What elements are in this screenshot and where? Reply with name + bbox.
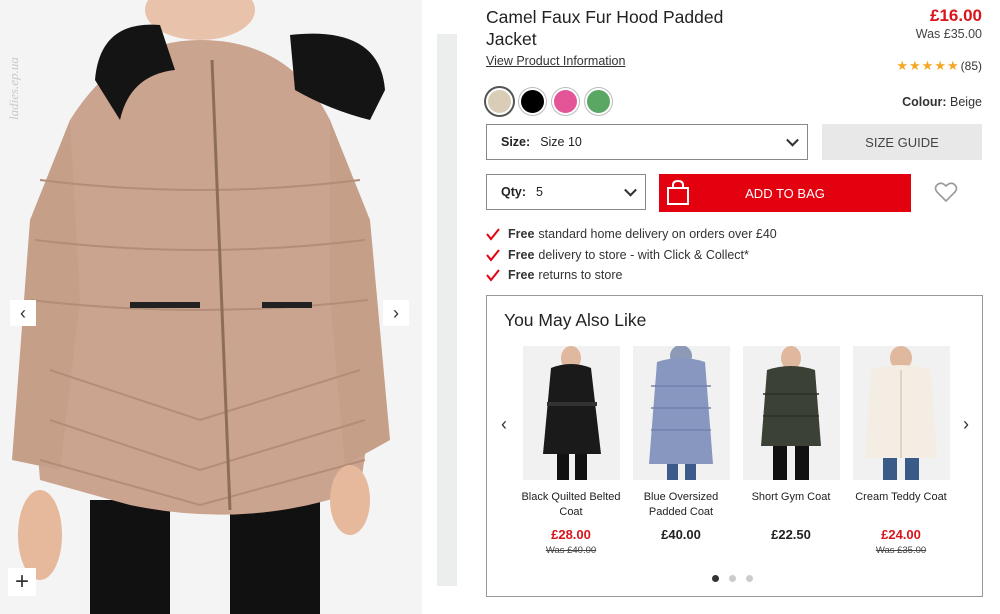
benefit-text: returns to store (538, 268, 623, 283)
product-card[interactable]: Blue Oversized Padded Coat £40.00 (629, 346, 733, 545)
recommendations-panel: You May Also Like ‹ › Black Quilted Belt… (486, 295, 983, 597)
colour-label: Colour: (902, 95, 947, 109)
product-thumbnail (522, 346, 620, 480)
product-card-name: Black Quilted Belted Coat (521, 491, 621, 518)
benefit-bold: Free (508, 268, 535, 283)
colour-value: Beige (950, 95, 982, 109)
product-card[interactable]: Cream Teddy Coat £24.00 Was £35.00 (849, 346, 953, 556)
star-rating-icon: ★★★★★ (896, 58, 960, 73)
watermark-logo: ladies.ep.ua (6, 57, 21, 120)
thumbnail-strip[interactable] (437, 34, 457, 586)
product-price: £16.00 (930, 6, 982, 25)
benefit-bold: Free (508, 247, 535, 262)
product-card-price: £22.50 (771, 527, 811, 542)
product-card[interactable]: Short Gym Coat £22.50 (739, 346, 843, 545)
product-rating[interactable]: ★★★★★ (85) (896, 58, 982, 74)
size-label: Size: (501, 135, 531, 149)
quantity-select[interactable]: Qty: 5 (486, 174, 646, 210)
product-card-name: Short Gym Coat (751, 491, 831, 503)
plus-icon: + (14, 568, 29, 595)
chevron-down-icon (786, 133, 799, 147)
delivery-benefits: Free standard home delivery on orders ov… (486, 224, 777, 286)
product-was-price: Was £35.00 (915, 27, 982, 41)
chevron-right-icon: › (963, 413, 969, 434)
recommendations-title: You May Also Like (504, 310, 647, 330)
review-count: (85) (960, 59, 982, 73)
checkmark-icon (486, 228, 500, 241)
product-card-was-price: Was £35.00 (875, 545, 927, 556)
carousel-dot[interactable] (746, 575, 753, 582)
add-to-bag-button[interactable]: ADD TO BAG (659, 174, 911, 212)
svg-text:ladies.ep.ua: ladies.ep.ua (6, 57, 21, 120)
swatch-green[interactable] (585, 88, 612, 115)
shopping-bag-icon (667, 180, 689, 205)
colour-swatches (486, 88, 612, 115)
product-card[interactable]: Black Quilted Belted Coat £28.00 Was £40… (519, 346, 623, 556)
product-title: Camel Faux Fur Hood Padded Jacket (486, 7, 724, 49)
colour-indicator: Colour: Beige (902, 95, 982, 109)
carousel-dot[interactable] (712, 575, 719, 582)
zoom-button[interactable]: + (8, 568, 36, 596)
product-card-price: £40.00 (661, 527, 701, 542)
carousel-dot[interactable] (729, 575, 736, 582)
carousel-pagination (712, 575, 753, 582)
swatch-black[interactable] (519, 88, 546, 115)
qty-value: 5 (536, 185, 543, 199)
carousel-next-button[interactable]: › (957, 414, 975, 434)
add-to-bag-label: ADD TO BAG (745, 185, 825, 201)
chevron-left-icon: ‹ (501, 413, 507, 434)
swatch-pink[interactable] (552, 88, 579, 115)
product-card-was-price: Was £40.00 (545, 545, 597, 556)
gallery-next-button[interactable]: › (383, 300, 409, 326)
benefit-item: Free standard home delivery on orders ov… (486, 224, 777, 245)
checkmark-icon (486, 249, 500, 262)
wishlist-heart-icon[interactable] (934, 181, 958, 203)
product-card-price: £28.00 (551, 527, 591, 542)
gallery-prev-button[interactable]: ‹ (10, 300, 36, 326)
size-guide-button[interactable]: SIZE GUIDE (822, 124, 982, 160)
product-image-gallery[interactable]: ladies.ep.ua ‹ › + (0, 0, 422, 614)
product-card-name: Blue Oversized Padded Coat (643, 491, 719, 518)
product-thumbnail (742, 346, 840, 480)
product-card-name: Cream Teddy Coat (855, 491, 947, 503)
chevron-right-icon: › (393, 302, 399, 323)
product-thumbnail (852, 346, 950, 480)
carousel-prev-button[interactable]: ‹ (495, 414, 513, 434)
chevron-left-icon: ‹ (20, 302, 26, 323)
chevron-down-icon (624, 183, 637, 197)
checkmark-icon (486, 269, 500, 282)
benefit-bold: Free (508, 227, 535, 242)
size-select[interactable]: Size: Size 10 (486, 124, 808, 160)
benefit-item: Free delivery to store - with Click & Co… (486, 245, 777, 266)
benefit-text: standard home delivery on orders over £4… (538, 227, 777, 242)
benefit-item: Free returns to store (486, 265, 777, 286)
qty-label: Qty: (501, 185, 526, 199)
view-product-info-link[interactable]: View Product Information (486, 54, 625, 68)
product-card-price: £24.00 (881, 527, 921, 542)
benefit-text: delivery to store - with Click & Collect… (538, 247, 749, 262)
product-thumbnail (632, 346, 730, 480)
swatch-beige[interactable] (486, 88, 513, 115)
product-photo (0, 0, 422, 614)
size-value: Size 10 (540, 135, 582, 149)
